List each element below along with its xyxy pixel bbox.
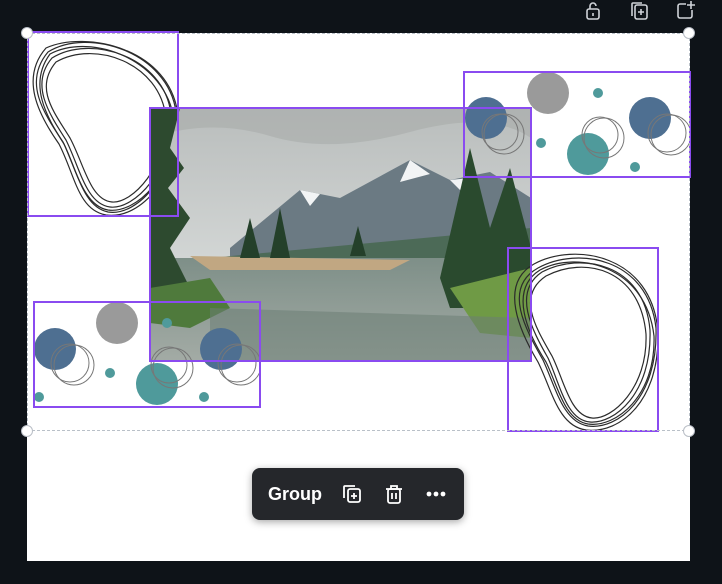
selection-toolbar: Group [252,468,464,520]
duplicate-icon[interactable] [340,482,364,506]
group-button[interactable]: Group [268,484,322,505]
resize-handle-top-right[interactable] [683,27,695,39]
dots-cluster-top-right[interactable] [464,72,692,177]
lock-icon[interactable] [582,0,606,22]
page-actions [582,0,698,22]
resize-handle-bottom-left[interactable] [21,425,33,437]
resize-handle-top-left[interactable] [21,27,33,39]
add-page-icon[interactable] [674,0,698,22]
dots-cluster-bottom-left[interactable] [34,302,262,407]
duplicate-page-icon[interactable] [628,0,652,22]
more-icon[interactable] [424,482,448,506]
trash-icon[interactable] [382,482,406,506]
scribble-loop-bottom-right[interactable] [508,248,659,431]
resize-handle-bottom-right[interactable] [683,425,695,437]
